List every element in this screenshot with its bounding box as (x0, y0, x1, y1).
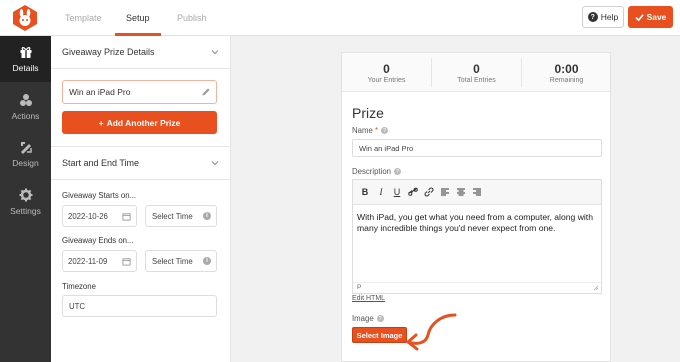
prize-section-header[interactable]: Giveaway Prize Details (51, 36, 231, 69)
link-chain-icon[interactable] (423, 186, 435, 198)
save-button[interactable]: Save (628, 6, 673, 28)
required-mark: * (374, 126, 379, 135)
stat-value: 0 (383, 62, 390, 76)
stat-label: Your Entries (367, 77, 406, 84)
description-label-text: Description (352, 167, 391, 176)
align-center-icon[interactable] (455, 186, 467, 198)
stat-label: Total Entries (457, 77, 496, 84)
start-date-field[interactable]: 2022-10-26 (62, 205, 137, 227)
save-label: Save (646, 12, 667, 22)
rafflepress-logo-icon (13, 5, 37, 31)
starts-label: Giveaway Starts on... (62, 191, 137, 200)
info-icon: i (203, 212, 211, 220)
edit-html-link[interactable]: Edit HTML (352, 295, 385, 302)
gear-icon (19, 188, 32, 202)
editor-toolbar: B I U (353, 180, 601, 205)
timezone-label: Timezone (62, 282, 96, 291)
tab-setup[interactable]: Setup (126, 13, 150, 23)
image-label: Image? (352, 314, 384, 323)
time-section-title: Start and End Time (62, 158, 140, 168)
plus-icon: + (98, 117, 104, 128)
prize-section-title: Giveaway Prize Details (62, 47, 155, 57)
chevron-down-icon (211, 50, 219, 55)
info-icon: i (203, 257, 211, 265)
help-icon[interactable]: ? (394, 168, 401, 176)
prize-name-input-value: Win an iPad Pro (359, 143, 414, 153)
checkmark-icon (634, 13, 644, 21)
align-left-icon[interactable] (439, 186, 451, 198)
giveaway-preview-card: 0 Your Entries 0 Total Entries 0:00 Rema… (341, 52, 611, 362)
sidebar-item-label: Settings (10, 206, 41, 216)
description-text[interactable]: With iPad, you get what you need from a … (357, 212, 597, 234)
bold-icon[interactable]: B (359, 186, 371, 198)
italic-icon[interactable]: I (375, 186, 387, 198)
sidebar: Details Actions Design Settings (0, 36, 51, 362)
stat-remaining: 0:00 Remaining (522, 53, 611, 92)
end-time-field[interactable]: Select Time i (145, 250, 217, 272)
calendar-icon (122, 258, 131, 266)
description-editor[interactable]: B I U With iPad, you get what you need f… (352, 179, 602, 294)
end-time-placeholder: Select Time (152, 256, 193, 266)
sidebar-item-design[interactable]: Design (0, 131, 51, 177)
timezone-value: UTC (69, 301, 86, 311)
add-prize-label: Add Another Prize (106, 117, 181, 128)
help-button[interactable]: ? Help (582, 6, 624, 28)
sidebar-item-actions[interactable]: Actions (0, 84, 51, 130)
end-date-value: 2022-11-09 (68, 256, 108, 266)
help-icon[interactable]: ? (381, 127, 389, 135)
prize-name-field[interactable]: Win an iPad Pro (62, 80, 217, 104)
align-right-icon[interactable] (471, 186, 483, 198)
description-label: Description? (352, 167, 401, 176)
calendar-icon (122, 213, 131, 221)
start-time-placeholder: Select Time (152, 211, 193, 221)
sidebar-item-settings[interactable]: Settings (0, 179, 51, 225)
design-icon (20, 142, 32, 154)
prize-name-input[interactable]: Win an iPad Pro (352, 139, 602, 157)
pencil-icon[interactable] (201, 87, 211, 97)
time-section-header[interactable]: Start and End Time (51, 146, 231, 180)
tab-publish[interactable]: Publish (177, 13, 207, 23)
sidebar-item-label: Details (12, 63, 39, 73)
help-label: Help (600, 12, 619, 22)
stat-label: Remaining (549, 77, 584, 84)
end-date-field[interactable]: 2022-11-09 (62, 250, 137, 272)
name-label-text: Name (352, 126, 373, 135)
underline-icon[interactable]: U (391, 186, 403, 198)
prize-heading: Prize (352, 105, 384, 121)
add-prize-button[interactable]: + Add Another Prize (62, 111, 217, 134)
top-bar: Template Setup Publish ? Help Save (0, 0, 680, 36)
ends-label: Giveaway Ends on... (62, 236, 134, 245)
editor-status-bar: P (353, 282, 601, 293)
help-icon[interactable]: ? (376, 315, 384, 323)
image-label-text: Image (352, 314, 374, 323)
gift-icon (20, 47, 31, 58)
name-label: Name *? (352, 126, 389, 135)
question-icon: ? (587, 12, 598, 22)
sidebar-item-details[interactable]: Details (0, 36, 51, 82)
stat-your-entries: 0 Your Entries (342, 53, 431, 92)
tab-template[interactable]: Template (65, 13, 102, 23)
stat-value: 0:00 (554, 62, 579, 76)
element-path: P (357, 284, 362, 291)
prize-name-value: Win an iPad Pro (69, 87, 131, 97)
select-image-button[interactable]: Select Image (352, 327, 407, 343)
actions-icon (19, 94, 32, 106)
annotation-arrow-icon (406, 313, 457, 351)
sidebar-item-label: Design (12, 158, 39, 168)
settings-panel: Giveaway Prize Details Win an iPad Pro +… (51, 36, 231, 362)
stats-bar: 0 Your Entries 0 Total Entries 0:00 Rema… (342, 53, 610, 92)
start-date-value: 2022-10-26 (68, 211, 108, 221)
stat-value: 0 (473, 62, 480, 76)
link-icon[interactable] (407, 186, 419, 198)
stat-total-entries: 0 Total Entries (432, 53, 521, 92)
sidebar-item-label: Actions (11, 111, 40, 121)
start-time-field[interactable]: Select Time i (145, 205, 217, 227)
timezone-select[interactable]: UTC (62, 295, 217, 317)
chevron-down-icon (211, 161, 219, 166)
resize-handle-icon[interactable] (593, 285, 599, 291)
